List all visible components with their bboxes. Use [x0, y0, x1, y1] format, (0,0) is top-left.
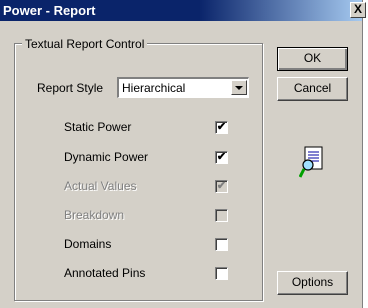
report-style-select[interactable]: Hierarchical [117, 77, 249, 98]
annotated-pins-label: Annotated Pins [64, 266, 146, 280]
ok-button[interactable]: OK [277, 47, 348, 71]
group-legend: Textual Report Control [22, 37, 148, 51]
options-button[interactable]: Options [277, 271, 348, 295]
power-report-dialog: Power - Report Textual Report Control Re… [0, 0, 363, 308]
static-power-checkbox[interactable]: ✔ [215, 121, 228, 134]
breakdown-label: Breakdown [64, 208, 125, 222]
actual-values-checkbox: ✔ [215, 180, 228, 193]
domains-label: Domains [64, 237, 112, 251]
window-title: Power - Report [3, 3, 96, 18]
domains-checkbox[interactable] [215, 238, 228, 251]
report-style-value: Hierarchical [122, 81, 186, 95]
report-style-label: Report Style [37, 81, 104, 95]
static-power-label: Static Power [64, 120, 132, 134]
chevron-down-icon[interactable] [231, 80, 247, 95]
close-icon[interactable]: X [350, 2, 366, 18]
actual-values-label: Actual Values [64, 179, 137, 193]
dynamic-power-checkbox[interactable]: ✔ [215, 151, 228, 164]
title-bar[interactable]: Power - Report [0, 0, 362, 21]
report-search-icon [299, 146, 323, 178]
breakdown-checkbox [215, 209, 228, 222]
dynamic-power-label: Dynamic Power [64, 150, 149, 164]
cancel-button[interactable]: Cancel [277, 77, 348, 101]
annotated-pins-checkbox[interactable] [215, 267, 228, 280]
